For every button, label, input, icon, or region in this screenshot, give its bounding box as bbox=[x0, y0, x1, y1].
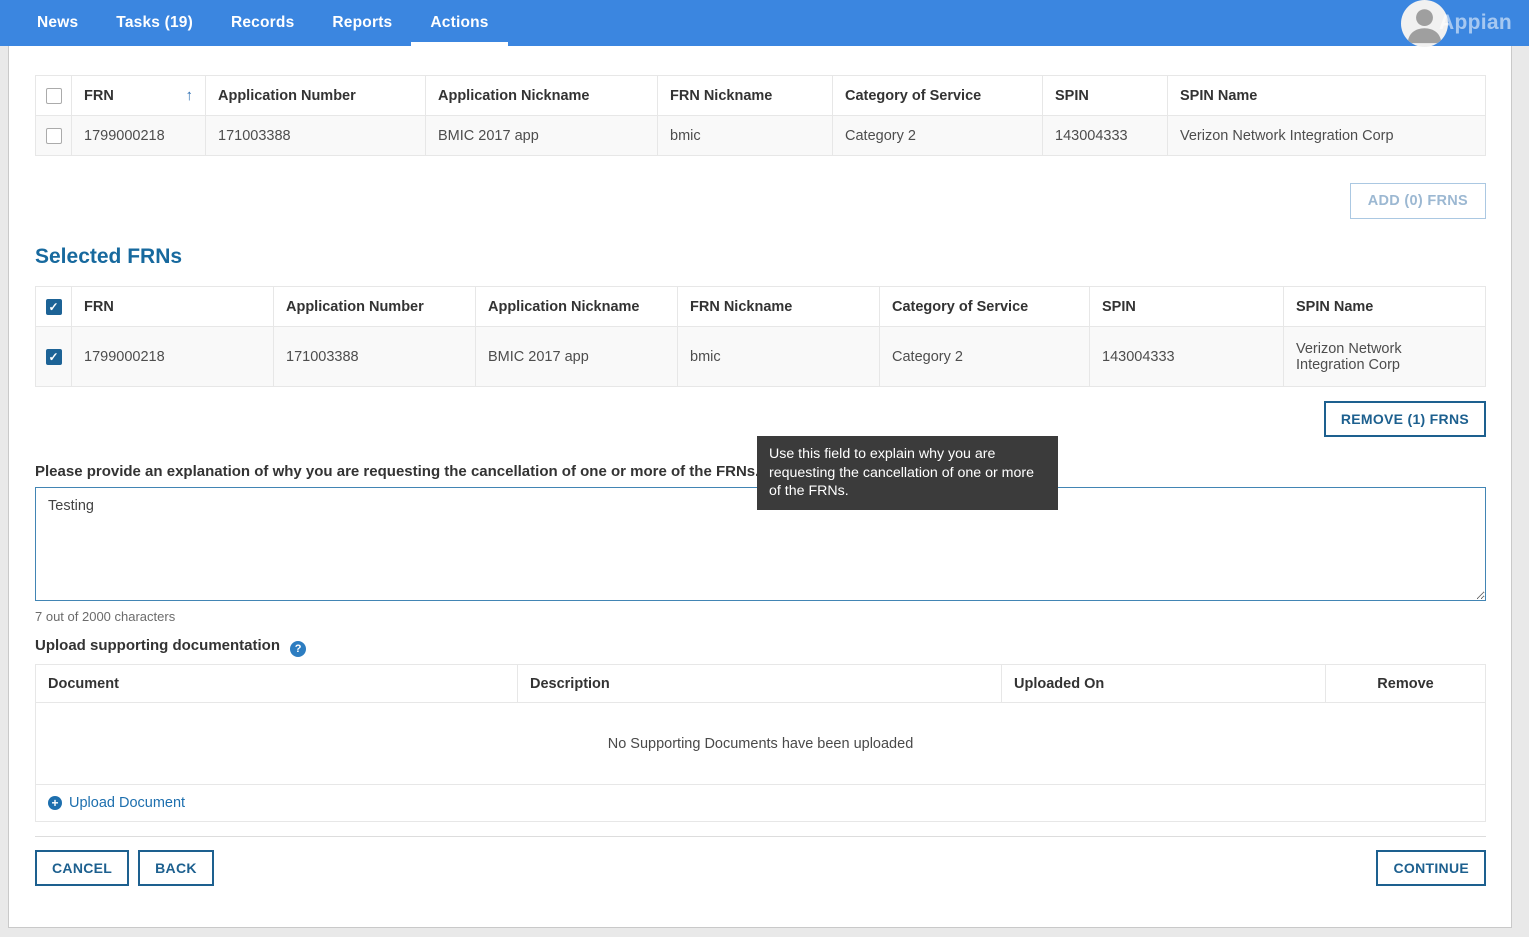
upload-document-label: Upload Document bbox=[69, 795, 185, 811]
column-header-frn-nickname: FRN Nickname bbox=[658, 76, 833, 116]
table-row: 1799000218 171003388 BMIC 2017 app bmic … bbox=[36, 327, 1486, 387]
cell-application-number: 171003388 bbox=[206, 116, 426, 156]
column-header-description: Description bbox=[518, 665, 1002, 703]
nav-tab-tasks[interactable]: Tasks (19) bbox=[97, 0, 212, 46]
cell-spin: 143004333 bbox=[1090, 327, 1284, 387]
column-header-remove: Remove bbox=[1326, 665, 1486, 703]
explanation-label: Please provide an explanation of why you… bbox=[35, 463, 759, 480]
column-header-category-of-service: Category of Service bbox=[833, 76, 1043, 116]
upload-documentation-label-row: Upload supporting documentation ? bbox=[35, 637, 1486, 657]
cell-application-number: 171003388 bbox=[274, 327, 476, 387]
table-header-row: FRN ↑ Application Number Application Nic… bbox=[36, 76, 1486, 116]
cell-category-of-service: Category 2 bbox=[880, 327, 1090, 387]
cell-spin-name: Verizon Network Integration Corp bbox=[1168, 116, 1486, 156]
table-header-row: Document Description Uploaded On Remove bbox=[36, 665, 1486, 703]
cell-category-of-service: Category 2 bbox=[833, 116, 1043, 156]
column-header-uploaded-on: Uploaded On bbox=[1002, 665, 1326, 703]
column-header-application-nickname: Application Nickname bbox=[426, 76, 658, 116]
cell-application-nickname: BMIC 2017 app bbox=[476, 327, 678, 387]
column-header-application-nickname: Application Nickname bbox=[476, 287, 678, 327]
empty-state-row: No Supporting Documents have been upload… bbox=[36, 703, 1486, 785]
add-frns-button[interactable]: ADD (0) FRNS bbox=[1350, 183, 1486, 219]
table-row: 1799000218 171003388 BMIC 2017 app bmic … bbox=[36, 116, 1486, 156]
row-select-checkbox[interactable] bbox=[46, 349, 62, 365]
column-header-category-of-service: Category of Service bbox=[880, 287, 1090, 327]
nav-tab-reports[interactable]: Reports bbox=[313, 0, 411, 46]
footer-divider bbox=[35, 836, 1486, 837]
continue-button[interactable]: CONTINUE bbox=[1376, 850, 1486, 886]
column-header-frn: FRN bbox=[72, 287, 274, 327]
sort-ascending-icon[interactable]: ↑ bbox=[186, 87, 194, 104]
cell-application-nickname: BMIC 2017 app bbox=[426, 116, 658, 156]
select-all-checkbox[interactable] bbox=[46, 88, 62, 104]
column-header-frn-nickname: FRN Nickname bbox=[678, 287, 880, 327]
nav-tab-actions[interactable]: Actions bbox=[411, 0, 507, 46]
remove-frns-button[interactable]: REMOVE (1) FRNS bbox=[1324, 401, 1486, 437]
column-header-spin: SPIN bbox=[1090, 287, 1284, 327]
column-header-spin-name: SPIN Name bbox=[1168, 76, 1486, 116]
top-navigation-bar: News Tasks (19) Records Reports Actions … bbox=[0, 0, 1529, 46]
selected-frns-heading: Selected FRNs bbox=[35, 245, 1486, 269]
selected-frns-table: FRN Application Number Application Nickn… bbox=[35, 286, 1486, 387]
plus-circle-icon: + bbox=[48, 796, 62, 810]
cell-frn-nickname: bmic bbox=[658, 116, 833, 156]
cell-frn: 1799000218 bbox=[72, 116, 206, 156]
back-button[interactable]: BACK bbox=[138, 850, 214, 886]
cell-spin: 143004333 bbox=[1043, 116, 1168, 156]
footer-actions: CANCEL BACK CONTINUE bbox=[35, 850, 1486, 886]
column-header-spin-name: SPIN Name bbox=[1284, 287, 1486, 327]
appian-logo: Appian bbox=[1439, 0, 1512, 46]
nav-tab-records[interactable]: Records bbox=[212, 0, 313, 46]
available-frns-table: FRN ↑ Application Number Application Nic… bbox=[35, 75, 1486, 156]
cell-spin-name: Verizon Network Integration Corp bbox=[1284, 327, 1486, 387]
column-header-spin: SPIN bbox=[1043, 76, 1168, 116]
select-all-checkbox[interactable] bbox=[46, 299, 62, 315]
documents-table: Document Description Uploaded On Remove … bbox=[35, 664, 1486, 822]
help-tooltip: Use this field to explain why you are re… bbox=[757, 436, 1058, 510]
empty-state-message: No Supporting Documents have been upload… bbox=[36, 703, 1486, 785]
character-count: 7 out of 2000 characters bbox=[35, 609, 1486, 624]
nav-tab-news[interactable]: News bbox=[18, 0, 97, 46]
upload-document-row: + Upload Document bbox=[36, 785, 1486, 822]
cancel-button[interactable]: CANCEL bbox=[35, 850, 129, 886]
upload-documentation-label: Upload supporting documentation bbox=[35, 637, 280, 654]
help-icon[interactable]: ? bbox=[290, 641, 306, 657]
table-header-row: FRN Application Number Application Nickn… bbox=[36, 287, 1486, 327]
column-header-frn: FRN bbox=[84, 88, 114, 104]
upload-document-link[interactable]: + Upload Document bbox=[48, 795, 185, 811]
row-select-checkbox[interactable] bbox=[46, 128, 62, 144]
cell-frn-nickname: bmic bbox=[678, 327, 880, 387]
column-header-document: Document bbox=[36, 665, 518, 703]
cell-frn: 1799000218 bbox=[72, 327, 274, 387]
column-header-application-number: Application Number bbox=[206, 76, 426, 116]
column-header-application-number: Application Number bbox=[274, 287, 476, 327]
